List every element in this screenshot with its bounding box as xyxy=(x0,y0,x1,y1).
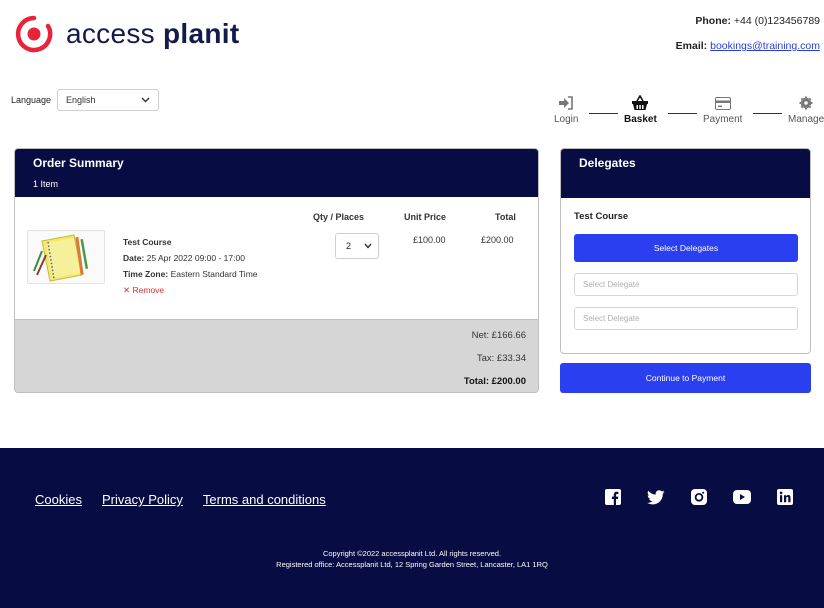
quantity-value: 2 xyxy=(346,241,352,251)
card-icon xyxy=(714,95,731,111)
tax-total: Tax: £33.34 xyxy=(476,353,526,364)
gear-icon xyxy=(799,95,813,111)
cookies-link[interactable]: Cookies xyxy=(35,492,82,507)
contact-info: Phone: +44 (0)123456789 Email: bookings@… xyxy=(676,15,820,65)
facebook-icon[interactable] xyxy=(604,488,622,506)
order-summary-card: Order Summary 1 Item Qty / Places Unit P… xyxy=(14,148,539,393)
youtube-icon[interactable] xyxy=(733,488,751,506)
course-thumbnail xyxy=(27,230,105,284)
logo-text: access planit xyxy=(66,18,240,49)
checkout-steps: Login Basket Payment Manage xyxy=(548,95,824,131)
basket-icon xyxy=(631,95,649,111)
net-total: Net: £166.66 xyxy=(471,330,526,341)
terms-link[interactable]: Terms and conditions xyxy=(203,492,326,507)
step-manage[interactable]: Manage xyxy=(788,95,824,125)
delegates-title: Delegates xyxy=(579,156,636,170)
phone-label: Phone: xyxy=(695,15,731,27)
order-summary-title: Order Summary xyxy=(33,156,124,170)
step-label: Manage xyxy=(788,114,824,125)
delegate-select-1[interactable]: Select Delegate xyxy=(574,273,798,296)
logo[interactable]: access planit xyxy=(14,14,240,54)
footer: Cookies Privacy Policy Terms and conditi… xyxy=(0,448,824,608)
registered-office: Registered office: Accessplanit Ltd, 12 … xyxy=(276,560,548,569)
select-delegates-button[interactable]: Select Delegates xyxy=(574,234,798,262)
course-name: Test Course xyxy=(123,237,172,247)
col-qty-header: Qty / Places xyxy=(313,212,365,222)
totals-panel: Net: £166.66 Tax: £33.34 Total: £200.00 xyxy=(15,319,538,392)
close-icon: ✕ xyxy=(123,285,131,295)
step-basket[interactable]: Basket xyxy=(624,95,657,125)
item-count: 1 Item xyxy=(33,179,59,189)
course-timezone: Eastern Standard Time xyxy=(170,269,258,279)
delegates-header: Delegates xyxy=(561,149,810,198)
step-label: Basket xyxy=(624,114,657,125)
chevron-down-icon xyxy=(364,241,372,251)
remove-item-link[interactable]: ✕ Remove xyxy=(123,282,258,298)
privacy-policy-link[interactable]: Privacy Policy xyxy=(102,492,183,507)
delegates-card: Delegates Test Course Select Delegates S… xyxy=(560,148,811,354)
footer-links: Cookies Privacy Policy Terms and conditi… xyxy=(35,492,346,507)
step-payment[interactable]: Payment xyxy=(703,95,742,125)
date-label: Date: xyxy=(123,253,145,263)
login-icon xyxy=(558,95,574,111)
course-details: Test Course Date: 25 Apr 2022 09:00 - 17… xyxy=(123,234,258,298)
step-label: Login xyxy=(554,114,579,125)
instagram-icon[interactable] xyxy=(690,488,708,506)
col-unit-price-header: Unit Price xyxy=(404,212,447,222)
language-selector: Language English xyxy=(11,89,160,111)
social-links xyxy=(604,488,819,506)
remove-label: Remove xyxy=(132,285,165,295)
header: access planit Phone: +44 (0)123456789 Em… xyxy=(0,0,824,80)
delegates-course-name: Test Course xyxy=(574,211,629,222)
phone-number: +44 (0)123456789 xyxy=(733,15,820,27)
email-link[interactable]: bookings@training.com xyxy=(710,40,820,52)
delegate-select-2[interactable]: Select Delegate xyxy=(574,307,798,330)
quantity-select[interactable]: 2 xyxy=(335,233,379,259)
step-label: Payment xyxy=(703,114,743,125)
step-divider xyxy=(753,113,782,114)
continue-to-payment-button[interactable]: Continue to Payment xyxy=(560,363,811,393)
col-total-header: Total xyxy=(495,212,516,222)
linkedin-icon[interactable] xyxy=(776,488,794,506)
language-select[interactable]: English xyxy=(57,89,160,111)
step-login[interactable]: Login xyxy=(554,95,578,125)
grand-total: Total: £200.00 xyxy=(463,376,526,387)
copyright-text: Copyright ©2022 accessplanit Ltd. All ri… xyxy=(322,549,502,558)
step-divider xyxy=(589,113,618,114)
timezone-label: Time Zone: xyxy=(123,269,169,279)
language-value: English xyxy=(66,95,96,105)
copyright: Copyright ©2022 accessplanit Ltd. All ri… xyxy=(0,548,824,570)
twitter-icon[interactable] xyxy=(647,488,665,506)
line-total: £200.00 xyxy=(481,235,514,245)
logo-icon xyxy=(14,14,54,54)
step-divider xyxy=(668,113,697,114)
chevron-down-icon xyxy=(141,95,150,105)
course-date: 25 Apr 2022 09:00 - 17:00 xyxy=(146,253,245,263)
order-summary-header: Order Summary 1 Item xyxy=(15,149,538,197)
unit-price: £100.00 xyxy=(413,235,446,245)
language-label: Language xyxy=(11,95,52,105)
email-label: Email: xyxy=(675,40,708,52)
